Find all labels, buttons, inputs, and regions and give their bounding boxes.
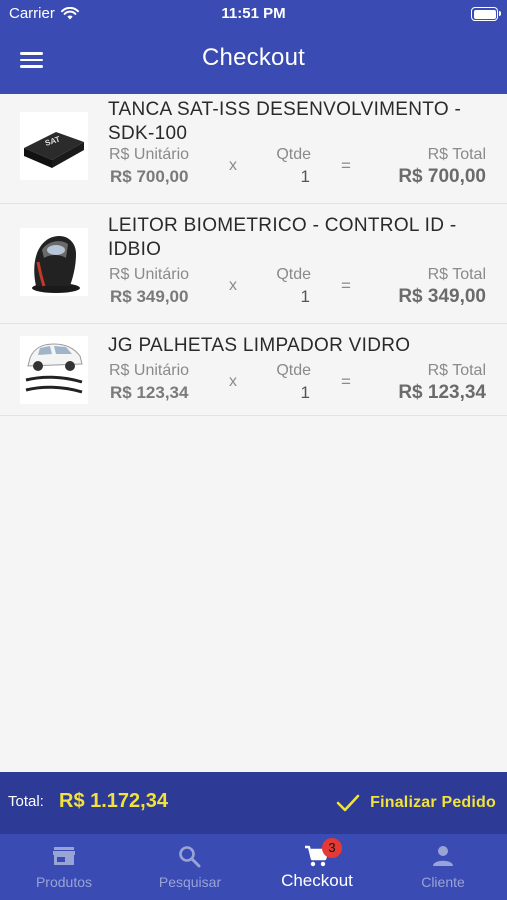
finalize-order-label: Finalizar Pedido bbox=[370, 794, 496, 811]
tab-checkout[interactable]: 3 Checkout bbox=[254, 834, 380, 900]
quantity-value: 1 bbox=[300, 167, 310, 186]
quantity-value: 1 bbox=[300, 383, 310, 402]
unit-price-label: R$ Unitário bbox=[109, 146, 190, 163]
tab-pesquisar[interactable]: Pesquisar bbox=[127, 834, 253, 900]
page-title: Checkout bbox=[202, 44, 305, 71]
cart-list: SAT TANCA SAT-ISS DESENVOLVIMENTO - SDK-… bbox=[0, 94, 507, 772]
search-icon bbox=[179, 846, 201, 868]
status-time: 11:51 PM bbox=[221, 5, 286, 22]
unit-price-value: R$ 700,00 bbox=[110, 167, 189, 186]
unit-price-label: R$ Unitário bbox=[109, 266, 190, 283]
equals-sign: = bbox=[341, 276, 351, 295]
times-sign: x bbox=[229, 373, 237, 390]
checkmark-icon bbox=[336, 794, 360, 812]
store-icon bbox=[53, 847, 75, 865]
order-total-value: R$ 1.172,34 bbox=[59, 790, 168, 812]
order-total-label: Total: bbox=[8, 793, 44, 810]
person-icon bbox=[433, 846, 453, 866]
item-name: JG PALHETAS LIMPADOR VIDRO bbox=[108, 335, 411, 356]
equals-sign: = bbox=[341, 156, 351, 175]
item-price-row: R$ Unitário R$ 700,00 x Qtde 1 = R$ Tota… bbox=[0, 146, 507, 190]
cart-item[interactable]: JG PALHETAS LIMPADOR VIDRO R$ Unitário R… bbox=[0, 324, 507, 416]
item-price-row: R$ Unitário R$ 349,00 x Qtde 1 = R$ Tota… bbox=[0, 266, 507, 310]
total-label: R$ Total bbox=[427, 266, 486, 283]
times-sign: x bbox=[229, 277, 237, 294]
equals-sign: = bbox=[341, 372, 351, 391]
unit-price-value: R$ 349,00 bbox=[110, 287, 189, 306]
quantity-value: 1 bbox=[300, 287, 310, 306]
battery-icon bbox=[471, 7, 501, 21]
total-label: R$ Total bbox=[427, 146, 486, 163]
item-total-value: R$ 349,00 bbox=[398, 286, 486, 307]
bottom-tab-bar: Produtos Pesquisar 3 Checkout Cliente bbox=[0, 834, 507, 900]
quantity-label: Qtde bbox=[276, 146, 311, 163]
app-header: Carrier 11:51 PM Checkout bbox=[0, 0, 507, 94]
item-price-row: R$ Unitário R$ 123,34 x Qtde 1 = R$ Tota… bbox=[0, 362, 507, 406]
order-total-bar: Total: R$ 1.172,34 Finalizar Pedido bbox=[0, 772, 507, 834]
quantity-label: Qtde bbox=[276, 266, 311, 283]
tab-label: Cliente bbox=[421, 874, 465, 890]
tab-label: Checkout bbox=[281, 871, 353, 890]
item-total-value: R$ 123,34 bbox=[398, 382, 486, 403]
quantity-label: Qtde bbox=[276, 362, 311, 379]
tab-produtos[interactable]: Produtos bbox=[1, 834, 127, 900]
times-sign: x bbox=[229, 157, 237, 174]
cart-item[interactable]: SAT TANCA SAT-ISS DESENVOLVIMENTO - SDK-… bbox=[0, 94, 507, 204]
unit-price-value: R$ 123,34 bbox=[110, 383, 189, 402]
cart-count-badge: 3 bbox=[322, 838, 342, 858]
tab-label: Pesquisar bbox=[158, 874, 222, 890]
tab-label: Produtos bbox=[35, 874, 93, 890]
item-name: TANCA SAT-ISS DESENVOLVIMENTO - SDK-100 bbox=[108, 99, 462, 144]
item-total-value: R$ 700,00 bbox=[398, 166, 486, 187]
tab-cliente[interactable]: Cliente bbox=[380, 834, 506, 900]
cart-item[interactable]: LEITOR BIOMETRICO - CONTROL ID - IDBIO R… bbox=[0, 204, 507, 324]
total-label: R$ Total bbox=[427, 362, 486, 379]
status-bar: Carrier 11:51 PM bbox=[0, 0, 507, 28]
finalize-order-button[interactable]: Finalizar Pedido bbox=[336, 789, 496, 817]
item-name: LEITOR BIOMETRICO - CONTROL ID - IDBIO bbox=[108, 215, 457, 260]
unit-price-label: R$ Unitário bbox=[109, 362, 190, 379]
